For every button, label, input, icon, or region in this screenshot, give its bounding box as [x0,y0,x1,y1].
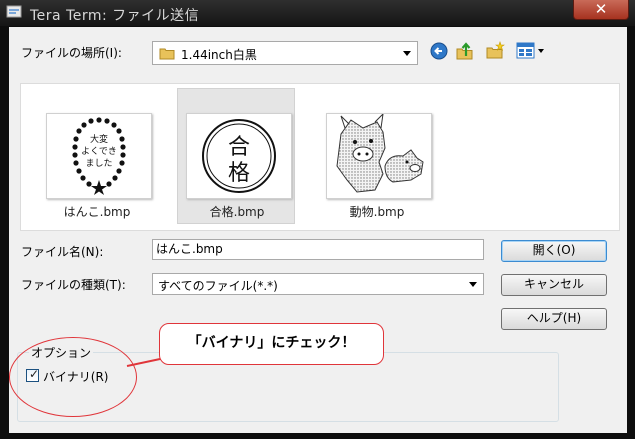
stamp-wreath-icon: 大変 よくでき ました [72,117,126,195]
chevron-down-icon[interactable] [469,282,477,287]
animals-picture-icon [336,114,424,193]
file-item-hanko[interactable]: 大変 よくでき ました はんこ.bmp [37,88,155,224]
svg-text:大変: 大変 [90,133,108,145]
file-item-goukaku[interactable]: 合 格 合格.bmp [177,88,295,224]
file-name: 動物.bmp [349,205,405,219]
svg-text:ました: ました [85,158,112,169]
annotation-circle [9,337,137,417]
svg-text:よくでき: よくでき [81,146,117,157]
filename-input[interactable]: はんこ.bmp [152,239,484,260]
open-button[interactable]: 開く(O) [501,240,607,262]
title-bar[interactable]: Tera Term: ファイル送信 ✕ [0,0,635,26]
file-item-doubutsu[interactable]: 動物.bmp [317,88,435,224]
pass-stamp-icon: 合 格 [202,119,276,193]
location-label: ファイルの場所(I): [21,46,122,60]
filetype-value: すべてのファイル(*.*) [158,279,278,293]
new-folder-icon[interactable] [485,41,505,61]
close-icon: ✕ [594,0,608,18]
location-value: 1.44inch白黒 [181,48,257,62]
filename-value: はんこ.bmp [156,242,223,256]
window-title: Tera Term: ファイル送信 [30,8,200,24]
dialog-body: ファイルの場所(I): 1.44inch白黒 大変 よくでき ました はんこ.b… [9,27,627,433]
file-thumbnail: 大変 よくでき ました [46,113,152,199]
svg-text:格: 格 [228,161,250,186]
help-button[interactable]: ヘルプ(H) [501,308,607,330]
cancel-button[interactable]: キャンセル [501,274,607,296]
back-arrow-icon[interactable] [429,41,449,61]
file-name: はんこ.bmp [63,205,131,219]
filetype-label: ファイルの種類(T): [21,278,126,292]
location-combobox[interactable]: 1.44inch白黒 [152,41,418,65]
folder-icon [159,48,175,60]
file-thumbnail: 合 格 [186,113,292,199]
close-button[interactable]: ✕ [573,0,629,20]
view-menu-icon[interactable] [515,41,547,61]
file-thumbnail [326,113,432,199]
file-list-view[interactable]: 大変 よくでき ました はんこ.bmp 合 格 合格.bmp 動物.bmp [20,83,620,231]
annotation-callout: 「バイナリ」にチェック！ [159,323,384,365]
filename-label: ファイル名(N): [21,245,104,259]
app-icon [6,5,22,18]
svg-text:合: 合 [228,135,250,160]
up-folder-icon[interactable] [455,41,475,61]
filetype-combobox[interactable]: すべてのファイル(*.*) [152,273,484,295]
file-name: 合格.bmp [209,205,265,219]
annotation-text: 「バイナリ」にチェック！ [187,335,356,351]
chevron-down-icon[interactable] [403,51,411,56]
